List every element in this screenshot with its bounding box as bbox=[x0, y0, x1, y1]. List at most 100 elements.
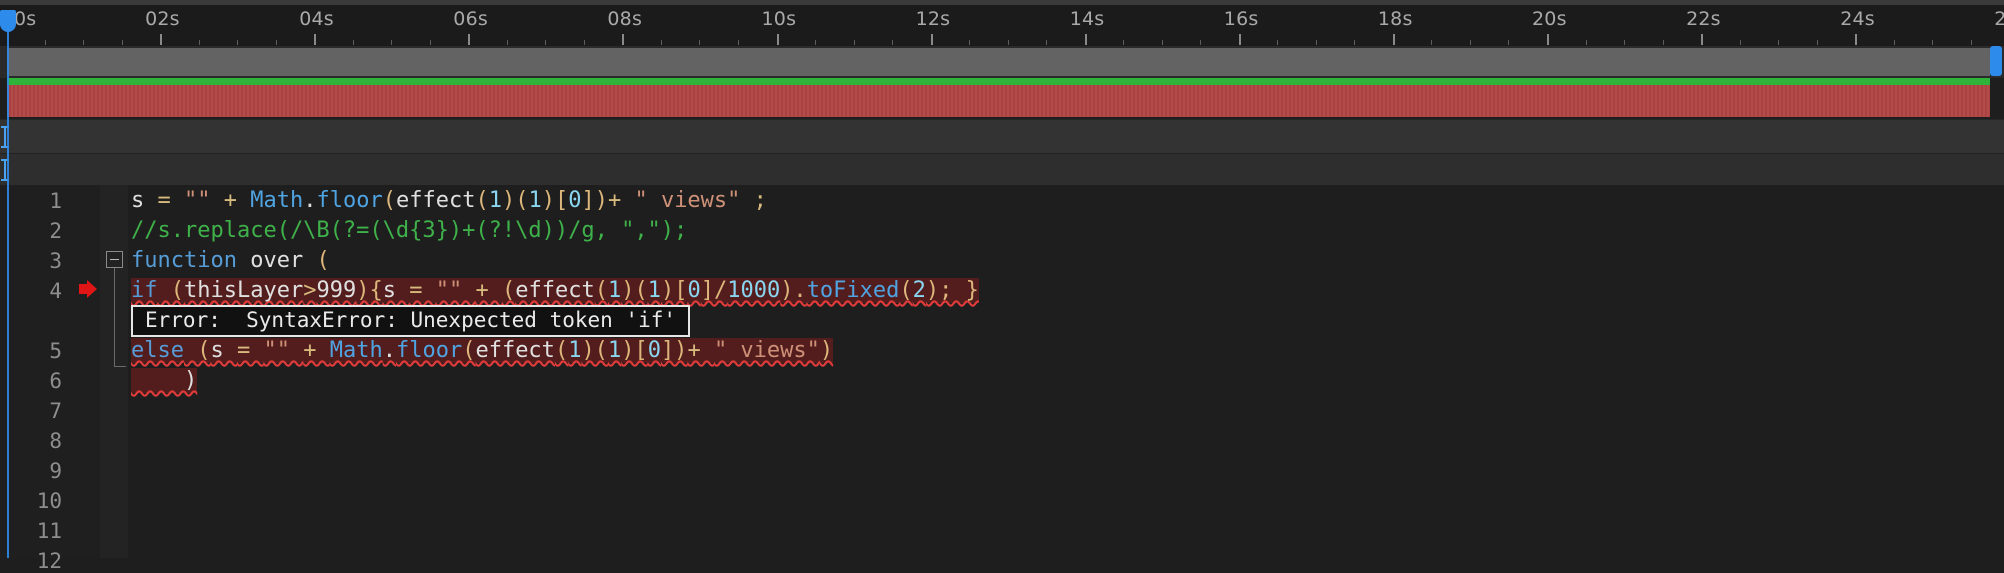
ruler-minor-tick bbox=[1431, 40, 1433, 45]
code-token: "" bbox=[184, 188, 224, 213]
line-number: 5 bbox=[49, 339, 62, 363]
code-token: " views" bbox=[713, 338, 820, 363]
ruler-minor-tick bbox=[1624, 40, 1626, 45]
ruler-tick-label: 22s bbox=[1686, 8, 1721, 30]
ruler-minor-tick bbox=[1739, 40, 1741, 45]
code-token: ( bbox=[594, 278, 608, 303]
ruler-minor-tick bbox=[1046, 40, 1048, 45]
code-token: )( bbox=[501, 188, 529, 213]
code-token: "" bbox=[263, 338, 304, 363]
code-token: s bbox=[131, 188, 158, 213]
code-token: if bbox=[131, 278, 158, 303]
line-number: 10 bbox=[36, 489, 62, 513]
ruler-minor-tick bbox=[969, 40, 971, 45]
work-area-bar[interactable] bbox=[7, 78, 1990, 85]
code-token: ( bbox=[157, 278, 184, 303]
code-token: Math bbox=[329, 338, 383, 363]
ruler-minor-tick bbox=[699, 40, 701, 45]
code-token: floor bbox=[316, 188, 383, 213]
code-token: ]) bbox=[660, 338, 688, 363]
ruler-tick bbox=[468, 34, 471, 45]
ruler-tick bbox=[1547, 34, 1549, 45]
ruler-tick-label: 10s bbox=[761, 8, 797, 30]
code-token: + bbox=[303, 338, 330, 363]
ruler-tick-label: 16s bbox=[1223, 8, 1259, 30]
ruler-minor-tick bbox=[660, 40, 662, 45]
ruler-minor-tick bbox=[121, 40, 123, 45]
ruler-minor-tick bbox=[1007, 40, 1009, 45]
playhead-line bbox=[7, 30, 9, 558]
code-token: "" bbox=[435, 278, 476, 303]
code-line-error[interactable]: else (s = "" + Math.floor(effect(1)(1)[0… bbox=[131, 337, 834, 365]
ruler-tick-label: 04s bbox=[299, 8, 334, 30]
ruler-minor-tick bbox=[1277, 40, 1279, 45]
ruler-tick bbox=[160, 34, 163, 45]
line-number: 4 bbox=[49, 279, 62, 303]
code-token: ( bbox=[183, 338, 211, 363]
code-token: ){ bbox=[356, 278, 383, 303]
ibeam-marker-icon bbox=[1, 159, 9, 181]
timeline-ruler[interactable]: 0s 02s 04s 06s 08s 10s 12s 14s 16s 18s 20s 22s 24s 2 bbox=[0, 0, 2004, 48]
ruler-top-edge bbox=[0, 0, 2004, 5]
code-token: ( bbox=[475, 188, 489, 213]
ruler-minor-tick bbox=[1816, 40, 1818, 45]
code-token: 0 bbox=[647, 338, 661, 363]
line-number: 8 bbox=[49, 429, 62, 453]
ruler-minor-tick bbox=[815, 40, 817, 45]
ruler-minor-tick bbox=[1123, 40, 1125, 45]
property-track-2 bbox=[0, 153, 2004, 186]
ruler-minor-tick bbox=[1161, 40, 1163, 45]
ruler-minor-tick bbox=[44, 40, 46, 45]
code-token: ( bbox=[316, 248, 330, 273]
code-line[interactable]: function over ( bbox=[131, 247, 330, 275]
code-token: 1 bbox=[647, 278, 661, 303]
code-token: ) bbox=[819, 338, 834, 363]
code-token: ( bbox=[462, 338, 476, 363]
fold-guide-line bbox=[114, 268, 115, 366]
ruler-minor-tick bbox=[545, 40, 547, 45]
code-token: )[ bbox=[621, 338, 648, 363]
ruler-minor-tick bbox=[737, 40, 739, 45]
expression-property-bar[interactable] bbox=[7, 85, 1990, 117]
ibeam-marker-icon bbox=[1, 126, 9, 148]
ruler-minor-tick bbox=[506, 40, 508, 45]
code-token: )( bbox=[581, 338, 608, 363]
ruler-minor-tick bbox=[892, 40, 894, 45]
line-number: 2 bbox=[49, 219, 62, 243]
layer-duration-bar[interactable] bbox=[7, 48, 1990, 76]
fold-collapse-icon[interactable] bbox=[106, 251, 123, 268]
ruler-tick-label: 20s bbox=[1532, 8, 1567, 30]
line-number: 7 bbox=[49, 399, 62, 423]
code-token: Math bbox=[250, 188, 304, 213]
error-marker-arrow-icon bbox=[79, 280, 97, 298]
line-number: 9 bbox=[49, 459, 62, 483]
code-token: ) bbox=[131, 368, 198, 393]
ruler-minor-tick bbox=[198, 40, 200, 45]
ruler-minor-tick bbox=[275, 40, 277, 45]
code-token: ). bbox=[780, 278, 807, 303]
code-token: effect bbox=[515, 278, 595, 303]
code-line[interactable]: s = "" + Math.floor(effect(1)(1)[0])+ " … bbox=[131, 187, 767, 215]
code-token: . bbox=[382, 338, 396, 363]
ruler-minor-tick bbox=[1200, 40, 1202, 45]
code-token: over bbox=[236, 248, 317, 273]
ruler-minor-tick bbox=[853, 40, 855, 45]
code-token: )( bbox=[621, 278, 648, 303]
code-line-error[interactable]: ) bbox=[131, 367, 198, 395]
code-token: ( bbox=[382, 188, 396, 213]
expression-editor[interactable]: 1 2 3 4 5 6 7 8 9 10 11 12 s = "" + Math.floor(effe… bbox=[0, 185, 2004, 573]
layer-out-point-handle[interactable] bbox=[1990, 46, 2002, 76]
playhead-handle[interactable] bbox=[0, 10, 16, 32]
property-track-1 bbox=[0, 119, 2004, 154]
code-token: + bbox=[687, 338, 714, 363]
code-line[interactable]: //s.replace(/\B(?=(\d{3})+(?!\d))/g, ","… bbox=[131, 217, 687, 245]
code-token: = bbox=[409, 278, 436, 303]
code-token: thisLayer bbox=[184, 278, 304, 303]
code-token: toFixed bbox=[806, 278, 900, 303]
line-number: 12 bbox=[36, 549, 62, 573]
fold-column bbox=[100, 185, 128, 558]
ruler-tick bbox=[930, 34, 933, 45]
code-token: 0 bbox=[568, 188, 582, 213]
code-token: 1 bbox=[607, 338, 622, 363]
code-line-error[interactable]: if (thisLayer>999){s = "" + (effect(1)(1… bbox=[131, 277, 979, 305]
